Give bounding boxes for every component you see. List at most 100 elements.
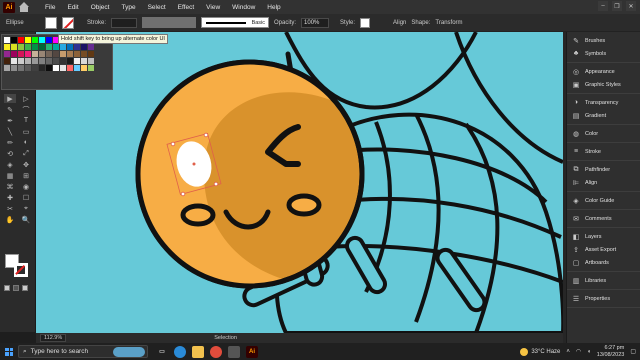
color-swatch[interactable]	[74, 58, 80, 64]
color-swatch[interactable]	[4, 44, 10, 50]
color-swatch[interactable]	[11, 58, 17, 64]
tool-button[interactable]: ▦	[4, 171, 16, 180]
tool-button[interactable]: ◐	[20, 138, 32, 147]
color-swatch[interactable]	[81, 65, 87, 71]
color-swatch[interactable]	[11, 44, 17, 50]
tool-button[interactable]: 🔍	[20, 215, 32, 224]
stroke-swatch[interactable]	[62, 16, 74, 29]
color-swatch[interactable]	[74, 44, 80, 50]
menu-object[interactable]: Object	[85, 4, 116, 11]
panel-color-guide[interactable]: ◈ Color Guide	[567, 194, 640, 207]
chrome-icon[interactable]	[210, 345, 222, 358]
task-view-icon[interactable]: ▭	[156, 346, 168, 358]
color-swatch[interactable]	[81, 58, 87, 64]
panel-align[interactable]: ⊫ Align	[567, 176, 640, 189]
color-swatch[interactable]	[32, 44, 38, 50]
color-swatch[interactable]	[46, 58, 52, 64]
panel-layers[interactable]: ◧ Layers	[567, 230, 640, 243]
panel-properties[interactable]: ☰ Properties	[567, 292, 640, 305]
stroke-weight-input[interactable]	[111, 17, 138, 28]
color-swatch[interactable]	[18, 51, 24, 57]
tool-button[interactable]: ◈	[4, 160, 16, 169]
panel-transparency[interactable]: ◑ Transparency	[567, 96, 640, 109]
panel-pathfinder[interactable]: ⧉ Pathfinder	[567, 163, 640, 176]
panel-appearance[interactable]: ◎ Appearance	[567, 65, 640, 78]
color-swatch[interactable]	[18, 37, 24, 43]
color-swatch[interactable]	[53, 65, 59, 71]
tool-button[interactable]: ⌖	[20, 204, 32, 213]
color-swatch[interactable]	[25, 65, 31, 71]
color-swatch[interactable]	[74, 51, 80, 57]
tool-button[interactable]: ☐	[20, 193, 32, 202]
color-swatch[interactable]	[46, 65, 52, 71]
panel-brushes[interactable]: ✎ Brushes	[567, 34, 640, 47]
gradient-mode-icon[interactable]	[13, 285, 19, 291]
panel-comments[interactable]: ✉ Comments	[567, 212, 640, 225]
edge-icon[interactable]	[174, 345, 186, 358]
clock[interactable]: 6:27 pm 13/08/2023	[597, 345, 625, 359]
panel-asset-export[interactable]: ⇪ Asset Export	[567, 243, 640, 256]
zoom-level[interactable]: 112.9%	[40, 334, 67, 342]
tool-button[interactable]: ✒	[4, 116, 16, 125]
color-swatch[interactable]	[25, 58, 31, 64]
tool-button[interactable]: ⌒	[20, 105, 32, 114]
color-swatch[interactable]	[88, 51, 94, 57]
panel-stroke[interactable]: ≡ Stroke	[567, 145, 640, 158]
menu-file[interactable]: File	[39, 4, 61, 11]
color-swatch[interactable]	[32, 65, 38, 71]
menu-help[interactable]: Help	[261, 4, 286, 11]
network-icon[interactable]: ◠	[576, 348, 581, 355]
volume-icon[interactable]: ◖	[587, 349, 591, 355]
color-swatch[interactable]	[39, 65, 45, 71]
menu-edit[interactable]: Edit	[61, 4, 84, 11]
color-mode-icon[interactable]	[4, 285, 10, 291]
color-swatch[interactable]	[46, 37, 52, 43]
color-swatch[interactable]	[4, 58, 10, 64]
color-swatch[interactable]	[32, 58, 38, 64]
tool-button[interactable]: ✥	[20, 160, 32, 169]
shape-button[interactable]: Shape:	[411, 20, 430, 26]
color-swatch[interactable]	[60, 44, 66, 50]
stroke-color-box[interactable]	[14, 263, 28, 277]
illustrator-taskbar-icon[interactable]: Ai	[246, 345, 258, 358]
transform-button[interactable]: Transform	[435, 20, 462, 26]
maximize-button[interactable]: ❐	[612, 1, 622, 11]
color-swatch[interactable]	[60, 65, 66, 71]
panel-color[interactable]: ◍ Color	[567, 127, 640, 140]
mail-icon[interactable]	[228, 345, 240, 358]
color-swatch[interactable]	[67, 58, 73, 64]
color-swatch[interactable]	[67, 44, 73, 50]
color-swatch[interactable]	[39, 51, 45, 57]
color-swatch[interactable]	[32, 51, 38, 57]
color-swatch[interactable]	[60, 58, 66, 64]
menu-effect[interactable]: Effect	[172, 4, 201, 11]
windows-start-button[interactable]	[0, 343, 18, 360]
tool-button[interactable]: ✂	[4, 204, 16, 213]
tool-button[interactable]: ⊞	[20, 171, 32, 180]
color-swatch[interactable]	[4, 37, 10, 43]
artboard-canvas[interactable]	[36, 32, 563, 333]
color-swatch[interactable]	[32, 37, 38, 43]
color-swatch[interactable]	[67, 65, 73, 71]
brush-definition-dropdown[interactable]: Basic	[201, 17, 270, 28]
menu-view[interactable]: View	[200, 4, 226, 11]
color-swatch[interactable]	[25, 51, 31, 57]
opacity-input[interactable]: 100%	[301, 17, 330, 28]
color-swatch[interactable]	[25, 44, 31, 50]
menu-select[interactable]: Select	[142, 4, 172, 11]
color-swatch[interactable]	[60, 51, 66, 57]
color-swatch[interactable]	[46, 51, 52, 57]
tool-button[interactable]: ▶	[4, 94, 16, 103]
panel-graphic-styles[interactable]: ▣ Graphic Styles	[567, 78, 640, 91]
color-swatch[interactable]	[39, 58, 45, 64]
graphic-style-swatch[interactable]	[360, 17, 371, 28]
color-swatch[interactable]	[81, 44, 87, 50]
panel-gradient[interactable]: ▤ Gradient	[567, 109, 640, 122]
color-swatch[interactable]	[11, 65, 17, 71]
color-swatch[interactable]	[18, 44, 24, 50]
file-explorer-icon[interactable]	[192, 345, 204, 358]
color-swatch[interactable]	[53, 44, 59, 50]
tool-button[interactable]: ⟲	[4, 149, 16, 158]
color-swatch[interactable]	[53, 58, 59, 64]
notifications-icon[interactable]: ▢	[630, 348, 636, 355]
